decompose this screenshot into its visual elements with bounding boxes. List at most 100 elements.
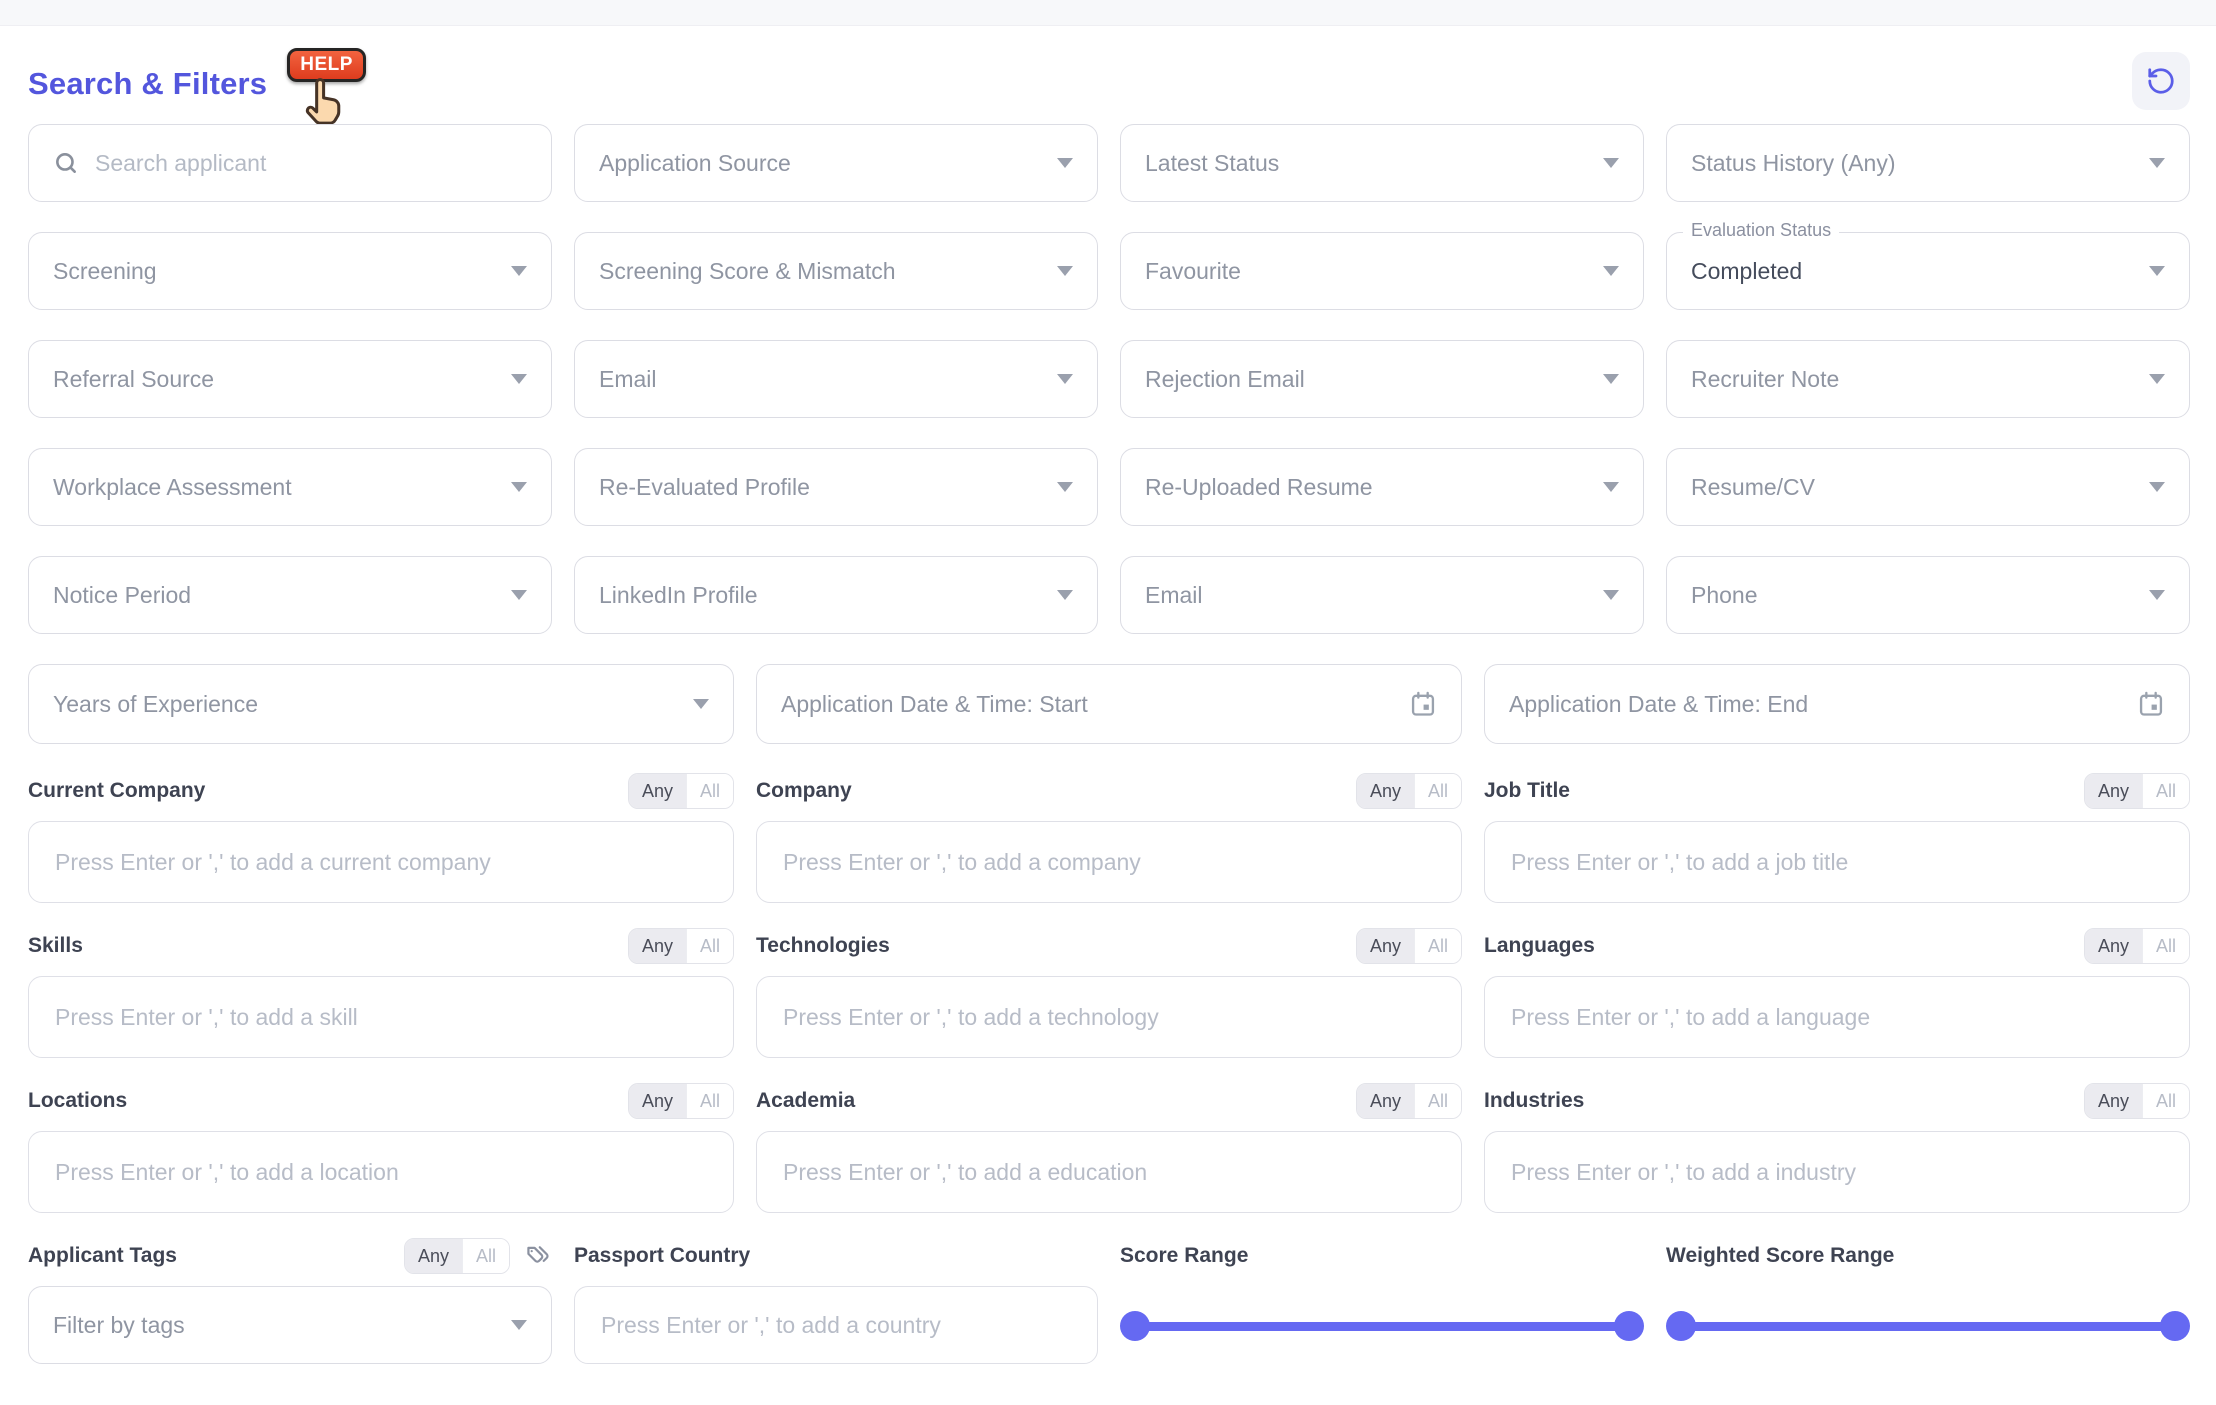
search-applicant-input[interactable]: [95, 150, 527, 177]
referral-source-dropdown[interactable]: Referral Source: [28, 340, 552, 418]
slider-track[interactable]: [1678, 1322, 2178, 1331]
chevron-down-icon: [1603, 590, 1619, 600]
company-any-all-toggle[interactable]: Any All: [1356, 773, 1462, 809]
all-option[interactable]: All: [686, 774, 733, 808]
languages-label: Languages: [1484, 934, 1595, 958]
weighted-score-min-handle[interactable]: [1666, 1311, 1696, 1341]
skills-input[interactable]: [55, 1004, 707, 1031]
any-option[interactable]: Any: [2085, 774, 2142, 808]
job-title-any-all-toggle[interactable]: Any All: [2084, 773, 2190, 809]
slider-track[interactable]: [1132, 1322, 1632, 1331]
reset-filters-button[interactable]: [2132, 52, 2190, 110]
chevron-down-icon: [511, 266, 527, 276]
application-date-end-field[interactable]: Application Date & Time: End: [1484, 664, 2190, 744]
tags-icon[interactable]: [524, 1242, 552, 1270]
workplace-assessment-dropdown[interactable]: Workplace Assessment: [28, 448, 552, 526]
academia-label: Academia: [756, 1089, 855, 1113]
all-option[interactable]: All: [1414, 1084, 1461, 1118]
application-date-start-field[interactable]: Application Date & Time: Start: [756, 664, 1462, 744]
job-title-input[interactable]: [1511, 849, 2163, 876]
weighted-score-range-slider[interactable]: [1666, 1286, 2190, 1364]
chevron-down-icon: [2149, 158, 2165, 168]
search-applicant-field[interactable]: [28, 124, 552, 202]
linkedin-profile-dropdown[interactable]: LinkedIn Profile: [574, 556, 1098, 634]
any-option[interactable]: Any: [629, 1084, 686, 1118]
all-option[interactable]: All: [462, 1239, 509, 1273]
all-option[interactable]: All: [2142, 774, 2189, 808]
years-of-experience-dropdown[interactable]: Years of Experience: [28, 664, 734, 744]
filter-by-tags-dropdown[interactable]: Filter by tags: [28, 1286, 552, 1364]
passport-country-label: Passport Country: [574, 1244, 750, 1268]
favourite-dropdown[interactable]: Favourite: [1120, 232, 1644, 310]
screening-score-dropdown[interactable]: Screening Score & Mismatch: [574, 232, 1098, 310]
current-company-input-wrap: [28, 821, 734, 903]
all-option[interactable]: All: [686, 1084, 733, 1118]
all-option[interactable]: All: [2142, 1084, 2189, 1118]
chevron-down-icon: [693, 699, 709, 709]
all-option[interactable]: All: [1414, 774, 1461, 808]
company-input[interactable]: [783, 849, 1435, 876]
re-uploaded-resume-dropdown[interactable]: Re-Uploaded Resume: [1120, 448, 1644, 526]
calendar-icon[interactable]: [1409, 690, 1437, 718]
score-range-max-handle[interactable]: [1614, 1311, 1644, 1341]
email-dropdown[interactable]: Email: [574, 340, 1098, 418]
industries-input[interactable]: [1511, 1159, 2163, 1186]
filter-by-tags-label: Filter by tags: [53, 1312, 497, 1339]
recruiter-note-dropdown[interactable]: Recruiter Note: [1666, 340, 2190, 418]
score-range-slider[interactable]: [1120, 1286, 1644, 1364]
industries-any-all-toggle[interactable]: Any All: [2084, 1083, 2190, 1119]
any-option[interactable]: Any: [2085, 929, 2142, 963]
favourite-label: Favourite: [1145, 258, 1589, 285]
all-option[interactable]: All: [686, 929, 733, 963]
score-range-min-handle[interactable]: [1120, 1311, 1150, 1341]
any-option[interactable]: Any: [1357, 774, 1414, 808]
weighted-score-max-handle[interactable]: [2160, 1311, 2190, 1341]
filter-row-1: Application Source Latest Status Status …: [28, 124, 2190, 202]
applicant-tags-any-all-toggle[interactable]: Any All: [404, 1238, 510, 1274]
industries-input-wrap: [1484, 1131, 2190, 1213]
any-option[interactable]: Any: [629, 774, 686, 808]
any-option[interactable]: Any: [1357, 929, 1414, 963]
rejection-email-dropdown[interactable]: Rejection Email: [1120, 340, 1644, 418]
application-source-dropdown[interactable]: Application Source: [574, 124, 1098, 202]
any-option[interactable]: Any: [1357, 1084, 1414, 1118]
academia-input[interactable]: [783, 1159, 1435, 1186]
academia-any-all-toggle[interactable]: Any All: [1356, 1083, 1462, 1119]
re-evaluated-profile-label: Re-Evaluated Profile: [599, 474, 1043, 501]
technologies-any-all-toggle[interactable]: Any All: [1356, 928, 1462, 964]
technologies-input[interactable]: [783, 1004, 1435, 1031]
resume-cv-label: Resume/CV: [1691, 474, 2135, 501]
current-company-section: Current Company Any All: [28, 774, 734, 903]
skills-section: Skills Any All: [28, 929, 734, 1058]
chevron-down-icon: [1057, 158, 1073, 168]
locations-any-all-toggle[interactable]: Any All: [628, 1083, 734, 1119]
skills-any-all-toggle[interactable]: Any All: [628, 928, 734, 964]
calendar-icon[interactable]: [2137, 690, 2165, 718]
status-history-dropdown[interactable]: Status History (Any): [1666, 124, 2190, 202]
any-option[interactable]: Any: [405, 1239, 462, 1273]
academia-input-wrap: [756, 1131, 1462, 1213]
screening-dropdown[interactable]: Screening: [28, 232, 552, 310]
passport-country-input[interactable]: [601, 1312, 1071, 1339]
any-option[interactable]: Any: [2085, 1084, 2142, 1118]
languages-any-all-toggle[interactable]: Any All: [2084, 928, 2190, 964]
current-company-input[interactable]: [55, 849, 707, 876]
company-label: Company: [756, 779, 852, 803]
languages-input[interactable]: [1511, 1004, 2163, 1031]
chevron-down-icon: [1057, 374, 1073, 384]
evaluation-status-dropdown[interactable]: Evaluation Status Completed: [1666, 232, 2190, 310]
current-company-any-all-toggle[interactable]: Any All: [628, 773, 734, 809]
help-indicator[interactable]: HELP: [281, 48, 371, 124]
resume-cv-dropdown[interactable]: Resume/CV: [1666, 448, 2190, 526]
notice-period-dropdown[interactable]: Notice Period: [28, 556, 552, 634]
locations-input[interactable]: [55, 1159, 707, 1186]
re-evaluated-profile-dropdown[interactable]: Re-Evaluated Profile: [574, 448, 1098, 526]
all-option[interactable]: All: [1414, 929, 1461, 963]
email-dropdown-2[interactable]: Email: [1120, 556, 1644, 634]
latest-status-dropdown[interactable]: Latest Status: [1120, 124, 1644, 202]
passport-country-input-wrap: [574, 1286, 1098, 1364]
rejection-email-label: Rejection Email: [1145, 366, 1589, 393]
any-option[interactable]: Any: [629, 929, 686, 963]
all-option[interactable]: All: [2142, 929, 2189, 963]
phone-dropdown[interactable]: Phone: [1666, 556, 2190, 634]
